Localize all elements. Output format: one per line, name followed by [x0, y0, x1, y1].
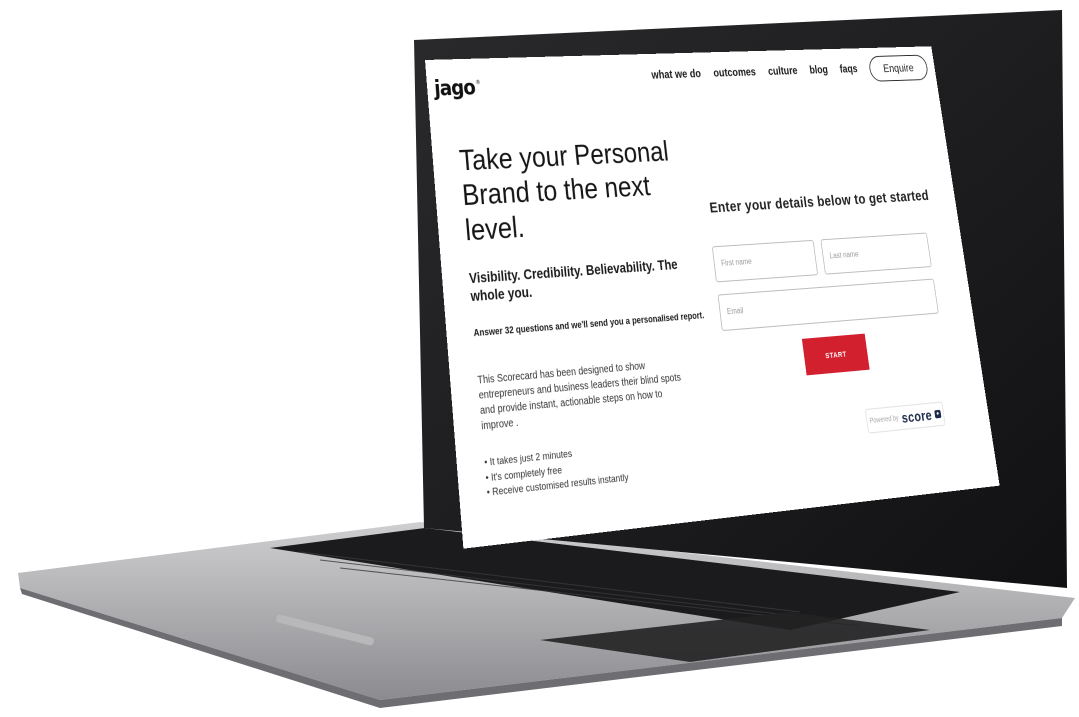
- score-logo: score: [900, 406, 933, 426]
- nav-faqs[interactable]: faqs: [839, 64, 858, 76]
- first-name-field[interactable]: First name: [711, 239, 819, 283]
- nav-what-we-do[interactable]: what we do: [651, 69, 702, 82]
- logo-text: jago: [433, 75, 476, 101]
- nav-culture[interactable]: culture: [767, 66, 798, 78]
- hero-subtitle: Visibility. Credibility. Believability. …: [468, 256, 679, 305]
- last-name-field[interactable]: Last name: [820, 232, 932, 275]
- main-nav: what we do outcomes culture blog faqs En…: [650, 54, 930, 90]
- website-screen: jago® what we do outcomes culture blog f…: [425, 46, 1000, 549]
- email-placeholder: Email: [726, 305, 744, 317]
- email-field[interactable]: Email: [717, 278, 939, 332]
- nav-blog[interactable]: blog: [809, 65, 829, 77]
- hero-lead: Answer 32 questions and we'll send you a…: [473, 309, 705, 339]
- powered-by-label: Powered by: [869, 414, 900, 425]
- form-title: Enter your details below to get started: [708, 187, 930, 217]
- enquire-button[interactable]: Enquire: [867, 54, 930, 82]
- first-name-placeholder: First name: [720, 256, 753, 268]
- start-button[interactable]: START: [801, 333, 870, 376]
- hero-description: This Scorecard has been designed to show…: [477, 360, 682, 433]
- powered-by-badge[interactable]: Powered by score ●: [864, 401, 946, 434]
- nav-outcomes[interactable]: outcomes: [713, 67, 757, 80]
- score-mark-icon: ●: [934, 409, 942, 419]
- laptop-scene: jago® what we do outcomes culture blog f…: [0, 0, 1079, 717]
- registered-mark: ®: [475, 79, 480, 87]
- hero-title: Take your Personal Brand to the next lev…: [458, 136, 671, 248]
- last-name-placeholder: Last name: [829, 249, 860, 261]
- jago-logo[interactable]: jago®: [433, 75, 481, 100]
- benefit-list: It takes just 2 minutes It's completely …: [484, 442, 630, 501]
